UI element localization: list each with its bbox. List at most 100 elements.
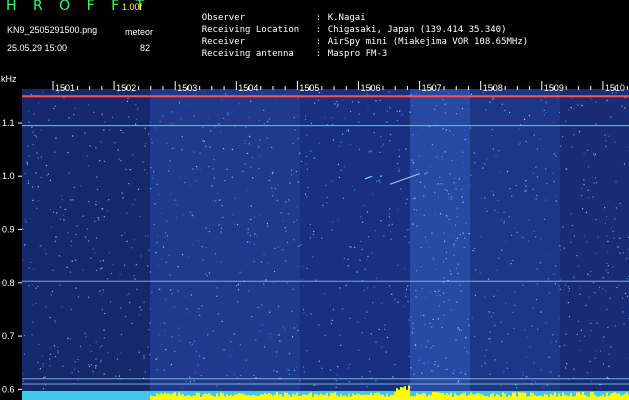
noise-dot: [619, 202, 621, 205]
noise-dot: [149, 354, 151, 356]
noise-dot: [543, 114, 546, 116]
signal-spike: [204, 393, 206, 400]
noise-dot: [324, 116, 326, 118]
signal-spike: [318, 395, 320, 400]
noise-dot: [429, 165, 431, 167]
signal-spike: [216, 393, 218, 400]
noise-dot: [583, 234, 585, 237]
noise-dot: [229, 355, 231, 357]
noise-dot: [455, 339, 457, 341]
noise-dot: [528, 240, 530, 242]
noise-dot: [86, 155, 88, 157]
noise-dot: [67, 232, 69, 234]
noise-dot: [437, 196, 439, 198]
noise-dot: [457, 327, 459, 329]
noise-dot: [366, 211, 369, 213]
noise-dot: [617, 246, 619, 248]
noise-dot: [176, 204, 178, 206]
noise-dot: [161, 258, 163, 260]
noise-dot: [116, 358, 118, 360]
noise-dot: [412, 322, 414, 325]
noise-dot: [253, 374, 255, 376]
noise-dot: [501, 249, 503, 251]
noise-dot: [554, 283, 556, 285]
signal-spike: [348, 394, 350, 400]
noise-dot: [465, 139, 467, 141]
noise-dot: [535, 166, 537, 168]
noise-dot: [33, 268, 35, 270]
noise-dot: [607, 251, 609, 253]
noise-dot: [420, 344, 422, 346]
noise-dot: [182, 214, 185, 216]
noise-dot: [98, 219, 100, 221]
noise-dot: [49, 317, 51, 319]
noise-dot: [591, 176, 593, 178]
spectrogram-band: [560, 89, 629, 400]
noise-dot: [231, 176, 233, 178]
noise-dot: [194, 93, 196, 96]
noise-dot: [212, 330, 214, 332]
noise-dot: [444, 240, 446, 242]
noise-dot: [266, 223, 269, 225]
noise-dot: [216, 192, 218, 194]
noise-dot: [361, 376, 363, 378]
noise-dot: [268, 179, 270, 181]
noise-dot: [371, 252, 373, 254]
noise-dot: [488, 311, 490, 313]
signal-spike: [324, 394, 326, 400]
signal-spike: [232, 396, 234, 400]
signal-spike: [380, 394, 382, 400]
noise-dot: [560, 145, 562, 147]
noise-dot: [388, 216, 390, 218]
noise-dot: [258, 119, 260, 121]
noise-dot: [340, 169, 342, 171]
noise-dot: [589, 274, 591, 277]
noise-dot: [68, 117, 70, 119]
noise-dot: [144, 127, 146, 129]
noise-dot: [39, 245, 41, 247]
noise-dot: [148, 250, 151, 252]
noise-dot: [474, 162, 476, 164]
noise-dot: [58, 284, 60, 286]
noise-dot: [337, 103, 339, 105]
noise-dot: [514, 304, 516, 306]
noise-dot: [38, 200, 40, 202]
noise-dot: [622, 252, 624, 254]
noise-dot: [445, 357, 447, 359]
noise-dot: [322, 207, 324, 209]
noise-dot: [199, 152, 201, 154]
noise-dot: [190, 211, 192, 213]
noise-dot: [209, 146, 211, 148]
signal-spike: [378, 392, 380, 400]
noise-dot: [54, 240, 56, 242]
noise-dot: [548, 292, 550, 294]
noise-dot: [80, 345, 82, 347]
noise-dot: [324, 334, 326, 336]
noise-dot: [299, 380, 301, 382]
noise-dot: [358, 148, 360, 150]
noise-dot: [95, 204, 97, 206]
noise-dot: [623, 163, 626, 165]
signal-spike: [442, 392, 444, 400]
signal-spike: [456, 395, 458, 400]
noise-dot: [170, 289, 172, 291]
signal-spike: [314, 394, 316, 400]
noise-dot: [173, 147, 175, 149]
noise-dot: [405, 202, 407, 205]
noise-dot: [532, 188, 534, 190]
noise-dot: [390, 238, 392, 240]
noise-dot: [597, 236, 599, 238]
noise-dot: [559, 345, 561, 348]
noise-dot: [56, 212, 58, 214]
noise-dot: [165, 261, 167, 263]
noise-dot: [193, 115, 195, 117]
noise-dot: [543, 109, 545, 111]
noise-dot: [77, 358, 79, 361]
noise-dot: [194, 372, 196, 374]
noise-dot: [274, 187, 276, 190]
noise-dot: [412, 104, 414, 106]
signal-spike: [254, 395, 256, 400]
signal-spike: [326, 393, 328, 400]
signal-spike: [586, 396, 588, 400]
noise-dot: [27, 145, 29, 147]
